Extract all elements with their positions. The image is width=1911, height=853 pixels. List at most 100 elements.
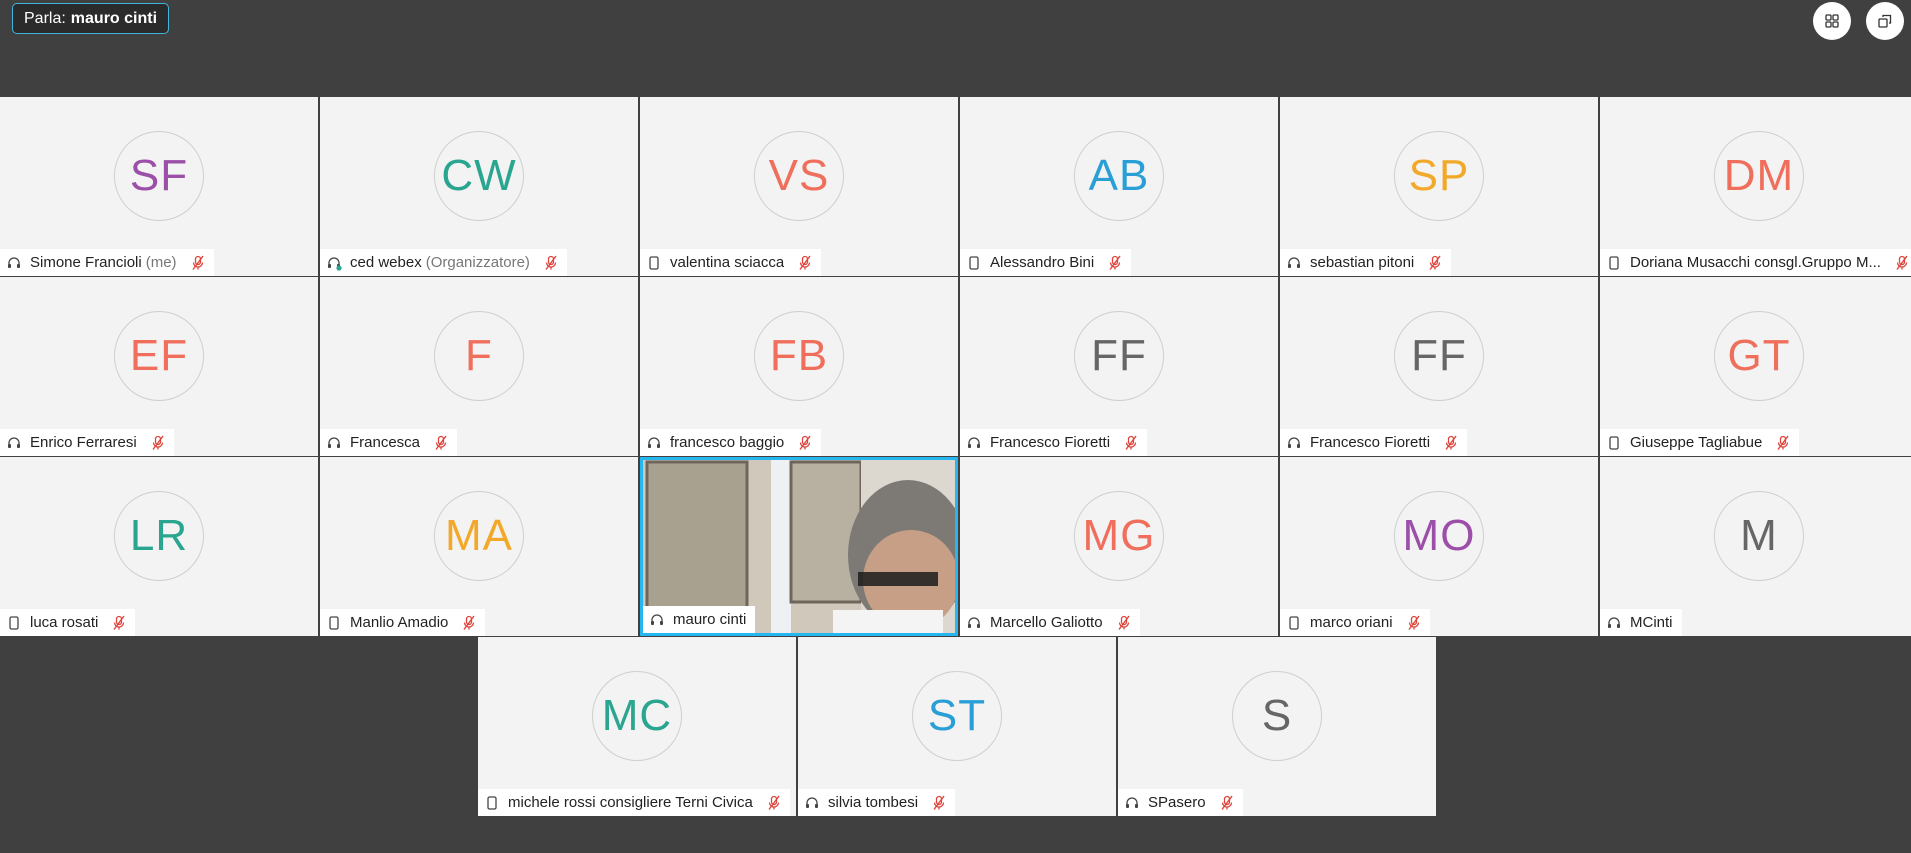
muted-mic-icon <box>767 795 781 811</box>
participant-video-tile[interactable]: mauro cinti <box>640 457 958 636</box>
participant-tile[interactable]: S SPasero <box>1118 637 1436 816</box>
participant-tile[interactable]: FF Francesco Fioretti <box>960 277 1278 456</box>
muted-mic-icon <box>1428 255 1442 271</box>
participant-avatar: MC <box>592 671 682 761</box>
participant-tile[interactable]: MO marco oriani <box>1280 457 1598 636</box>
participant-nameplate: valentina sciacca <box>640 249 822 276</box>
participant-tile[interactable]: FF Francesco Fioretti <box>1280 277 1598 456</box>
participant-nameplate: francesco baggio <box>640 429 822 456</box>
muted-mic-icon <box>151 435 165 451</box>
participant-avatar: MO <box>1394 491 1484 581</box>
participant-tile[interactable]: VS valentina sciacca <box>640 97 958 276</box>
muted-mic-icon <box>1117 615 1131 631</box>
participant-tile[interactable]: FB francesco baggio <box>640 277 958 456</box>
muted-mic-icon <box>1776 435 1790 451</box>
participant-tile[interactable]: MA Manlio Amadio <box>320 457 638 636</box>
participant-nameplate: marco oriani <box>1280 609 1430 636</box>
phone-icon <box>6 615 22 631</box>
participant-nameplate: mauro cinti <box>643 606 756 633</box>
participant-nameplate: Francesco Fioretti <box>1280 429 1468 456</box>
participant-tile[interactable]: SF Simone Francioli (me) <box>0 97 318 276</box>
headset-icon <box>1286 255 1302 271</box>
participant-tile[interactable]: F Francesca <box>320 277 638 456</box>
phone-icon <box>484 795 500 811</box>
participant-name: Simone Francioli <box>30 254 142 271</box>
muted-mic-icon <box>798 255 812 271</box>
headset-icon <box>1124 795 1140 811</box>
phone-icon <box>326 615 342 631</box>
participant-tile[interactable]: M MCinti <box>1600 457 1911 636</box>
participant-name: Manlio Amadio <box>350 614 449 631</box>
participant-nameplate: michele rossi consigliere Terni Civica <box>478 789 790 816</box>
participant-tile[interactable]: DM Doriana Musacchi consgl.Gruppo M... <box>1600 97 1911 276</box>
participant-nameplate: silvia tombesi <box>798 789 956 816</box>
participant-name: sebastian pitoni <box>1310 254 1415 271</box>
headset-icon <box>649 612 665 628</box>
participant-avatar: M <box>1714 491 1804 581</box>
muted-mic-icon <box>1220 795 1234 811</box>
participant-name: luca rosati <box>30 614 99 631</box>
popout-window-button[interactable] <box>1866 2 1904 40</box>
participant-nameplate: Alessandro Bini <box>960 249 1132 276</box>
participant-tile[interactable]: MG Marcello Galiotto <box>960 457 1278 636</box>
participant-avatar: FB <box>754 311 844 401</box>
speaker-name: mauro cinti <box>70 9 158 27</box>
muted-mic-icon <box>112 615 126 631</box>
participant-name: francesco baggio <box>670 434 785 451</box>
participant-name: valentina sciacca <box>670 254 785 271</box>
participant-name: Alessandro Bini <box>990 254 1095 271</box>
participant-avatar: DM <box>1714 131 1804 221</box>
host-headset-icon <box>326 255 342 271</box>
muted-mic-icon <box>1124 435 1138 451</box>
muted-mic-icon <box>1895 255 1909 271</box>
participant-avatar: EF <box>114 311 204 401</box>
participant-tile[interactable]: GT Giuseppe Tagliabue <box>1600 277 1911 456</box>
participant-avatar: S <box>1232 671 1322 761</box>
participant-tile[interactable]: CW ced webex (Organizzatore) <box>320 97 638 276</box>
headset-icon <box>326 435 342 451</box>
participant-avatar: VS <box>754 131 844 221</box>
participant-name: SPasero <box>1148 794 1206 811</box>
participant-name: mauro cinti <box>673 611 747 628</box>
participant-tile[interactable]: EF Enrico Ferraresi <box>0 277 318 456</box>
participant-tile[interactable]: AB Alessandro Bini <box>960 97 1278 276</box>
headset-icon <box>966 435 982 451</box>
headset-icon <box>6 435 22 451</box>
participant-name: MCinti <box>1630 614 1673 631</box>
participant-nameplate: ced webex (Organizzatore) <box>320 249 567 276</box>
muted-mic-icon <box>1407 615 1421 631</box>
muted-mic-icon <box>462 615 476 631</box>
participant-avatar: ST <box>912 671 1002 761</box>
participant-avatar: F <box>434 311 524 401</box>
participant-nameplate: SPasero <box>1118 789 1243 816</box>
participant-tile[interactable]: LR luca rosati <box>0 457 318 636</box>
headset-icon <box>1286 435 1302 451</box>
participant-name: Doriana Musacchi consgl.Gruppo M... <box>1630 254 1881 271</box>
participant-nameplate: Francesca <box>320 429 458 456</box>
grid-layout-button[interactable] <box>1813 2 1851 40</box>
participant-name: michele rossi consigliere Terni Civica <box>508 794 753 811</box>
participant-name: Francesco Fioretti <box>990 434 1111 451</box>
participant-name: Marcello Galiotto <box>990 614 1103 631</box>
participant-tile[interactable]: ST silvia tombesi <box>798 637 1116 816</box>
participant-avatar: SF <box>114 131 204 221</box>
speaker-label: Parla: <box>24 9 66 27</box>
participant-name: Francesca <box>350 434 421 451</box>
participant-name: ced webex <box>350 254 422 271</box>
headset-icon <box>804 795 820 811</box>
headset-icon <box>6 255 22 271</box>
participant-avatar: FF <box>1074 311 1164 401</box>
participant-name: Enrico Ferraresi <box>30 434 137 451</box>
participant-nameplate: MCinti <box>1600 609 1682 636</box>
participant-nameplate: Marcello Galiotto <box>960 609 1140 636</box>
phone-icon <box>1286 615 1302 631</box>
participant-avatar: LR <box>114 491 204 581</box>
muted-mic-icon <box>1108 255 1122 271</box>
grid-layout-icon <box>1825 14 1839 28</box>
participant-name: Giuseppe Tagliabue <box>1630 434 1763 451</box>
phone-icon <box>1606 255 1622 271</box>
participant-nameplate: Francesco Fioretti <box>960 429 1148 456</box>
participant-tile[interactable]: MC michele rossi consigliere Terni Civica <box>478 637 796 816</box>
participant-tile[interactable]: SP sebastian pitoni <box>1280 97 1598 276</box>
participant-avatar: MG <box>1074 491 1164 581</box>
